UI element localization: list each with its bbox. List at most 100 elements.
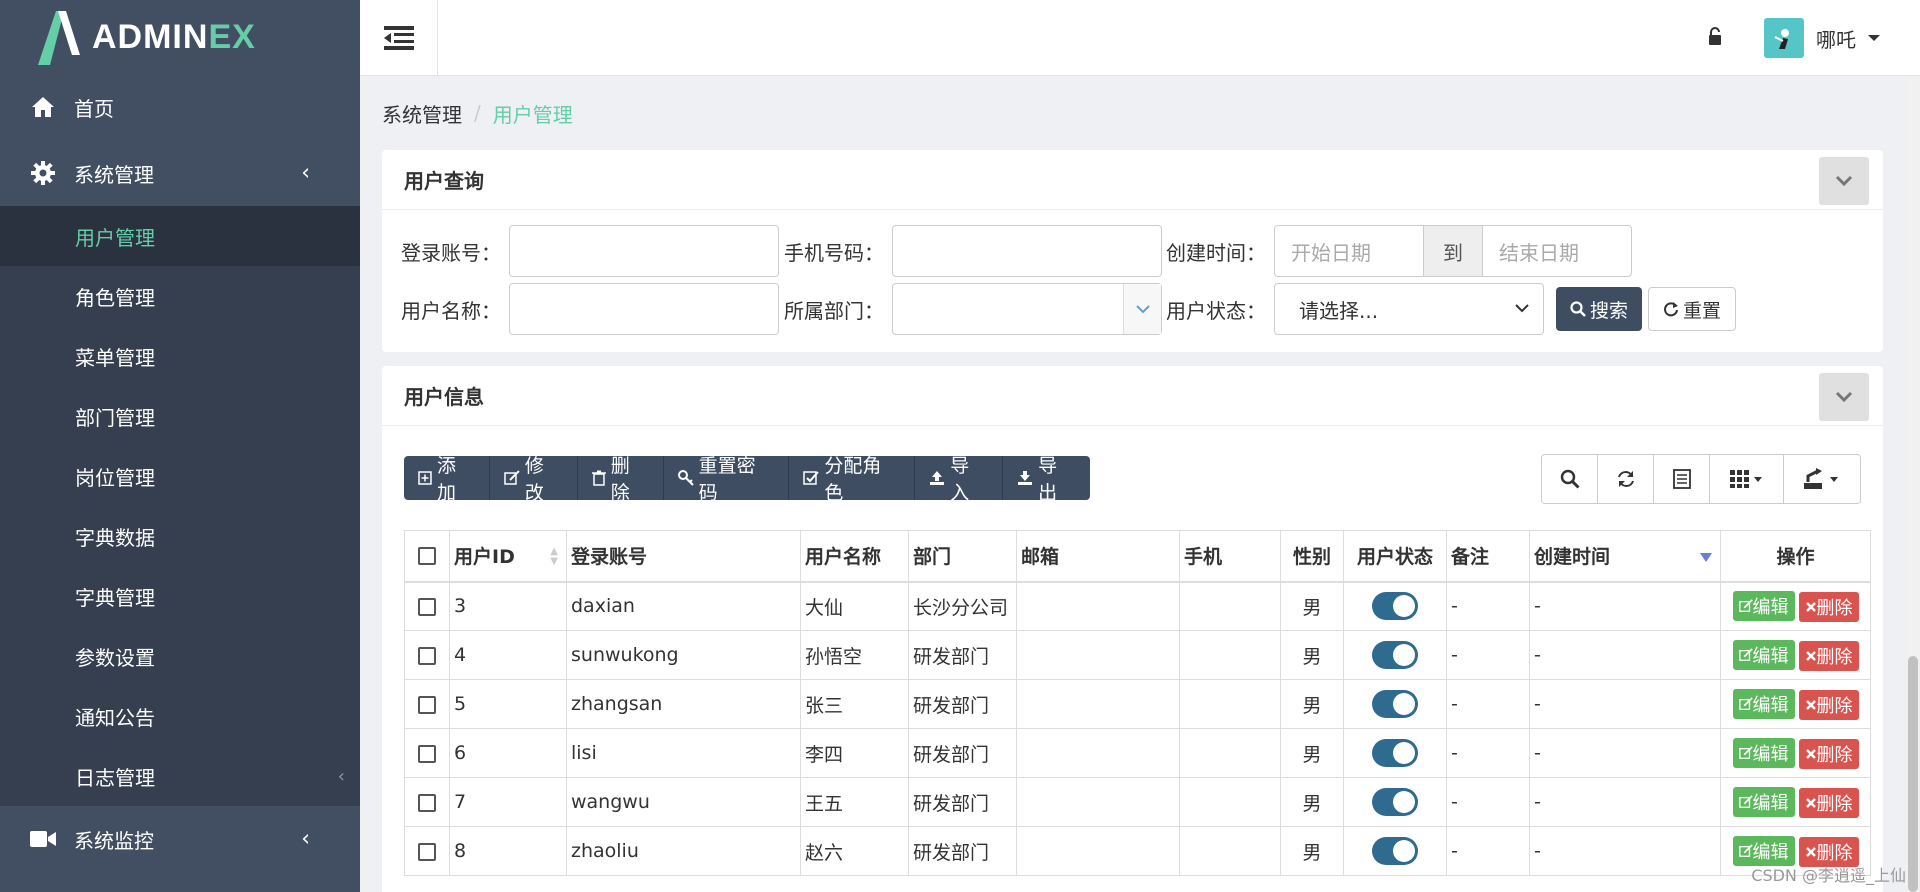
column-header-gender[interactable]: 性别 — [1280, 530, 1344, 583]
row-delete-button[interactable]: 删除 — [1798, 738, 1859, 769]
status-toggle[interactable] — [1372, 739, 1418, 767]
row-edit-button[interactable]: 编辑 — [1732, 786, 1795, 817]
cell-phone — [1179, 581, 1281, 631]
toggle-search-button[interactable] — [1542, 455, 1598, 503]
row-edit-button[interactable]: 编辑 — [1732, 737, 1795, 768]
row-edit-button[interactable]: 编辑 — [1732, 639, 1795, 670]
toggle-view-button[interactable] — [1654, 455, 1710, 503]
status-select[interactable]: 请选择... — [1274, 283, 1544, 335]
table-row[interactable]: 5 zhangsan 张三 研发部门男 - - 编辑 删除 — [404, 679, 1871, 729]
scrollbar-thumb[interactable] — [1908, 656, 1918, 892]
column-header-created[interactable]: 创建时间 — [1529, 530, 1721, 583]
phone-input[interactable] — [892, 225, 1162, 277]
row-checkbox[interactable] — [418, 744, 436, 763]
column-header-dept[interactable]: 部门 — [908, 530, 1017, 583]
sidebar-item-dict-data[interactable]: 字典数据 — [0, 506, 360, 566]
add-button[interactable]: 添加 — [404, 456, 490, 500]
dept-dropdown-toggle[interactable] — [1123, 284, 1161, 334]
select-all-checkbox[interactable] — [418, 547, 436, 566]
dept-select[interactable] — [892, 283, 1162, 335]
assign-role-button[interactable]: 分配角色 — [789, 456, 916, 500]
column-header-phone[interactable]: 手机 — [1179, 530, 1281, 583]
edit-icon — [1738, 647, 1753, 661]
chevron-left-icon: ‹ — [301, 826, 310, 852]
cell-created: - — [1529, 728, 1721, 778]
nav-system-label: 系统管理 — [74, 162, 154, 187]
column-header-status[interactable]: 用户状态 — [1343, 530, 1447, 583]
nav-system[interactable]: 系统管理 ‹ — [0, 140, 360, 206]
collapse-button[interactable] — [1819, 157, 1869, 205]
column-header-email[interactable]: 邮箱 — [1016, 530, 1180, 583]
table-row[interactable]: 6 lisi 李四 研发部门男 - - 编辑 删除 — [404, 728, 1871, 778]
login-account-input[interactable] — [509, 225, 779, 277]
sidebar-item-config[interactable]: 参数设置 — [0, 626, 360, 686]
sidebar-item-dept[interactable]: 部门管理 — [0, 386, 360, 446]
status-toggle[interactable] — [1372, 837, 1418, 865]
refresh-button[interactable] — [1598, 455, 1654, 503]
status-toggle[interactable] — [1372, 641, 1418, 669]
table-row[interactable]: 3 daxian 大仙 长沙分公司男 - - 编辑 删除 — [404, 581, 1871, 631]
collapse-button[interactable] — [1819, 373, 1869, 421]
table-row[interactable]: 8 zhaoliu 赵六 研发部门男 - - 编辑 删除 — [404, 826, 1871, 876]
row-delete-button[interactable]: 删除 — [1798, 689, 1859, 720]
lock-icon[interactable] — [1708, 26, 1722, 50]
user-table: 用户ID ▲ ▼ 登录账号 用户名称 部门 邮箱 手机 性别 用户状态 备注 创建时… — [404, 530, 1871, 876]
cell-name: 大仙 — [800, 581, 909, 631]
column-header-remark[interactable]: 备注 — [1446, 530, 1530, 583]
column-header-name[interactable]: 用户名称 — [800, 530, 909, 583]
status-toggle[interactable] — [1372, 788, 1418, 816]
sidebar-item-user[interactable]: 用户管理 — [0, 206, 360, 266]
sidebar-item-dict[interactable]: 字典管理 — [0, 566, 360, 626]
row-checkbox[interactable] — [418, 646, 436, 665]
sidebar-item-log[interactable]: 日志管理 ‹ — [0, 746, 360, 806]
row-edit-button[interactable]: 编辑 — [1732, 835, 1795, 866]
table-row[interactable]: 7 wangwu 王五 研发部门男 - - 编辑 删除 — [404, 777, 1871, 827]
row-delete-button[interactable]: 删除 — [1798, 640, 1859, 671]
row-delete-button[interactable]: 删除 — [1798, 787, 1859, 818]
delete-button[interactable]: 删除 — [578, 456, 664, 500]
end-date-input[interactable]: 结束日期 — [1483, 226, 1631, 276]
info-panel-title: 用户信息 — [404, 385, 484, 409]
username[interactable]: 哪吒 — [1816, 24, 1856, 53]
refresh-icon — [1617, 471, 1634, 487]
edit-button[interactable]: 修改 — [490, 456, 578, 500]
logo[interactable]: ADMINEX — [0, 0, 360, 74]
nav-home[interactable]: 首页 — [0, 74, 360, 140]
username-input[interactable] — [509, 283, 779, 335]
table-row[interactable]: 4 sunwukong 孙悟空 研发部门男 - - 编辑 删除 — [404, 630, 1871, 680]
sidebar-item-menu[interactable]: 菜单管理 — [0, 326, 360, 386]
sidebar-item-notice[interactable]: 通知公告 — [0, 686, 360, 746]
row-checkbox[interactable] — [418, 695, 436, 714]
nav-monitor[interactable]: 系统监控 ‹ — [0, 806, 360, 872]
avatar[interactable] — [1764, 18, 1804, 58]
reset-button[interactable]: 重置 — [1648, 287, 1737, 331]
sidebar-item-post[interactable]: 岗位管理 — [0, 446, 360, 506]
column-header-account[interactable]: 登录账号 — [566, 530, 801, 583]
status-toggle[interactable] — [1372, 592, 1418, 621]
reset-password-button[interactable]: 重置密码 — [664, 456, 790, 500]
caret-down-icon[interactable] — [1868, 35, 1880, 41]
logo-icon — [30, 7, 82, 67]
row-checkbox[interactable] — [418, 597, 436, 616]
query-panel-title: 用户查询 — [404, 169, 484, 193]
row-edit-button[interactable]: 编辑 — [1732, 688, 1795, 719]
columns-button[interactable] — [1710, 455, 1784, 503]
column-header-id[interactable]: 用户ID ▲ ▼ — [449, 530, 567, 583]
row-checkbox[interactable] — [418, 842, 436, 861]
page-scrollbar[interactable] — [1906, 76, 1920, 892]
import-button[interactable]: 导入 — [915, 456, 1004, 500]
search-button[interactable]: 搜索 — [1556, 287, 1643, 331]
status-toggle[interactable] — [1372, 690, 1418, 718]
start-date-input[interactable]: 开始日期 — [1275, 226, 1423, 276]
cell-account: sunwukong — [566, 630, 801, 680]
export-button[interactable]: 导出 — [1003, 456, 1090, 500]
sidebar-item-role[interactable]: 角色管理 — [0, 266, 360, 326]
cell-account: zhangsan — [566, 679, 801, 729]
row-checkbox[interactable] — [418, 793, 436, 812]
row-edit-button[interactable]: 编辑 — [1732, 590, 1795, 621]
export-menu-button[interactable] — [1784, 455, 1860, 503]
breadcrumb-parent[interactable]: 系统管理 — [382, 99, 462, 128]
user-area: 哪吒 — [1708, 0, 1880, 76]
sidebar-toggle-button[interactable] — [360, 0, 438, 76]
row-delete-button[interactable]: 删除 — [1798, 591, 1859, 622]
